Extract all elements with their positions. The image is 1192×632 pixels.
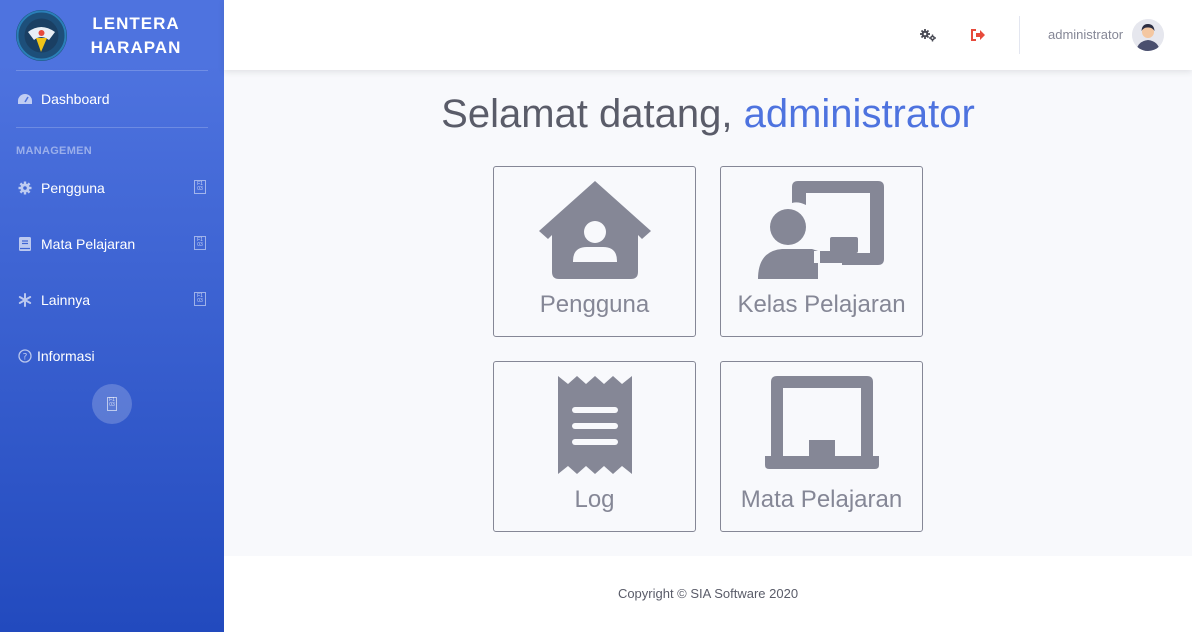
chevron-left-icon: F1 03 — [107, 397, 117, 411]
page-title: Selamat datang, administrator — [224, 92, 1192, 137]
copyright-text: Copyright © SIA Software 2020 — [617, 586, 799, 601]
collapse-caret-icon: F1 03 — [194, 180, 206, 194]
brand-line1: LENTERA — [92, 14, 180, 33]
tachometer-icon — [16, 90, 34, 108]
sidebar-item-label: Lainnya — [41, 292, 91, 308]
welcome-username: administrator — [743, 92, 975, 136]
sidebar-item-label: Mata Pelajaran — [41, 236, 136, 252]
question-circle-icon: ? — [16, 347, 34, 365]
svg-text:?: ? — [23, 353, 28, 363]
sidebar-item-mata-pelajaran[interactable]: Mata Pelajaran — [16, 235, 135, 253]
asterisk-icon — [16, 291, 34, 309]
sidebar-item-pengguna[interactable]: Pengguna — [16, 179, 105, 197]
logout-icon[interactable] — [968, 26, 988, 44]
card-label: Log — [574, 486, 615, 513]
card-label: Pengguna — [539, 291, 650, 318]
laptop-icon — [721, 374, 922, 484]
house-user-icon — [494, 179, 695, 289]
footer: Copyright © SIA Software 2020 — [224, 556, 1192, 632]
avatar[interactable] — [1132, 19, 1164, 51]
card-label: Mata Pelajaran — [740, 486, 903, 513]
brand-name: LENTERA HARAPAN — [84, 12, 188, 60]
topbar: administrator — [224, 0, 1192, 70]
brand-link[interactable]: LENTERA HARAPAN — [0, 0, 224, 70]
sidebar-toggle-button[interactable]: F1 03 — [92, 384, 132, 424]
sidebar-item-label: Dashboard — [41, 91, 110, 107]
card-mata-pelajaran[interactable]: Mata Pelajaran — [720, 361, 923, 532]
book-icon — [16, 235, 34, 253]
settings-cogs-icon[interactable] — [918, 26, 938, 44]
sidebar-heading: MANAGEMEN — [16, 145, 93, 157]
sidebar-item-label: Informasi — [37, 348, 95, 364]
sidebar-divider — [16, 70, 208, 71]
gear-icon — [16, 179, 34, 197]
welcome-prefix: Selamat datang, — [441, 92, 733, 136]
chalkboard-teacher-icon — [721, 179, 922, 289]
sidebar-item-label: Pengguna — [41, 180, 105, 196]
card-log[interactable]: Log — [493, 361, 696, 532]
username-label[interactable]: administrator — [1048, 27, 1123, 42]
school-logo — [16, 9, 67, 61]
card-pengguna[interactable]: Pengguna — [493, 166, 696, 337]
receipt-icon — [494, 374, 695, 484]
sidebar-item-dashboard[interactable]: Dashboard — [16, 90, 110, 108]
collapse-caret-icon: F1 03 — [194, 236, 206, 250]
sidebar-divider — [16, 127, 208, 128]
card-label: Kelas Pelajaran — [737, 291, 906, 318]
sidebar-item-lainnya[interactable]: Lainnya — [16, 291, 90, 309]
brand-line2: HARAPAN — [90, 38, 182, 57]
collapse-caret-icon: F1 03 — [194, 292, 206, 306]
sidebar: LENTERA HARAPAN Dashboard MANAGEMEN Peng… — [0, 0, 224, 632]
card-kelas-pelajaran[interactable]: Kelas Pelajaran — [720, 166, 923, 337]
sidebar-item-informasi[interactable]: ? Informasi — [16, 347, 95, 365]
topbar-divider — [1019, 16, 1020, 54]
